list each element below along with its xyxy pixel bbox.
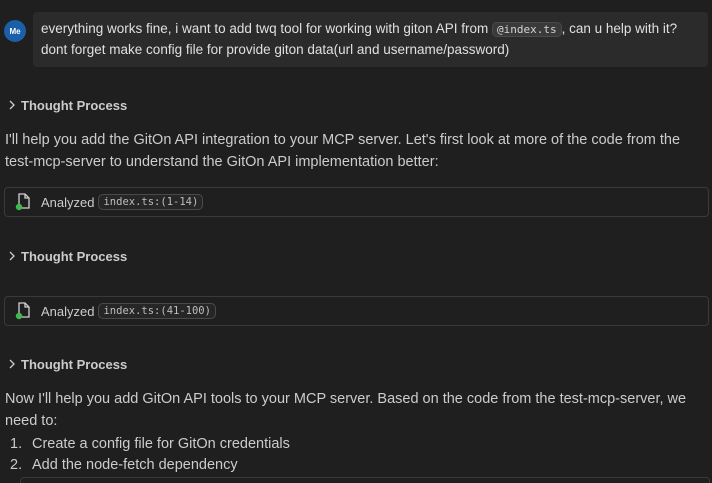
assistant-paragraph-2: Now I'll help you add GitOn API tools to… xyxy=(5,391,687,429)
steps-list: 1. Create a config file for GitOn creden… xyxy=(10,434,700,476)
thought-process-toggle-1[interactable]: Thought Process xyxy=(6,96,127,114)
thought-process-label: Thought Process xyxy=(21,356,128,372)
user-message-bubble[interactable]: everything works fine, i want to add twq… xyxy=(33,12,708,67)
list-item: 1. Create a config file for GitOn creden… xyxy=(10,434,700,455)
tool-call-status: Analyzed xyxy=(41,194,95,210)
thought-process-toggle-2[interactable]: Thought Process xyxy=(6,247,127,265)
tool-call-analyzed-2[interactable]: Analyzed index.ts:(41-100) xyxy=(4,296,709,326)
assistant-paragraph-1: I'll help you add the GitOn API integrat… xyxy=(5,132,681,170)
thought-process-label: Thought Process xyxy=(21,97,128,113)
step-text: Add the node-fetch dependency xyxy=(32,457,238,473)
file-check-icon xyxy=(15,302,31,320)
user-message: Me everything works fine, i want to add … xyxy=(4,12,708,67)
step-number: 2. xyxy=(10,457,23,473)
file-mention-chip[interactable]: @index.ts xyxy=(491,22,562,37)
step-number: 1. xyxy=(10,436,23,452)
chevron-right-icon xyxy=(9,251,15,261)
thought-process-toggle-3[interactable]: Thought Process xyxy=(6,355,127,373)
file-check-icon xyxy=(15,193,31,211)
code-block-edge xyxy=(20,477,710,483)
file-range-ref[interactable]: index.ts:(1-14) xyxy=(98,194,204,210)
step-text: Create a config file for GitOn credentia… xyxy=(32,436,290,452)
thought-process-label: Thought Process xyxy=(21,248,128,264)
list-item: 2. Add the node-fetch dependency xyxy=(10,455,700,476)
chevron-right-icon xyxy=(9,359,15,369)
tool-call-status: Analyzed xyxy=(41,303,95,319)
tool-call-analyzed-1[interactable]: Analyzed index.ts:(1-14) xyxy=(4,187,709,217)
user-message-text-before: everything works fine, i want to add twq… xyxy=(41,21,492,36)
file-range-ref[interactable]: index.ts:(41-100) xyxy=(98,303,216,319)
chevron-right-icon xyxy=(9,100,15,110)
user-avatar: Me xyxy=(4,20,26,42)
